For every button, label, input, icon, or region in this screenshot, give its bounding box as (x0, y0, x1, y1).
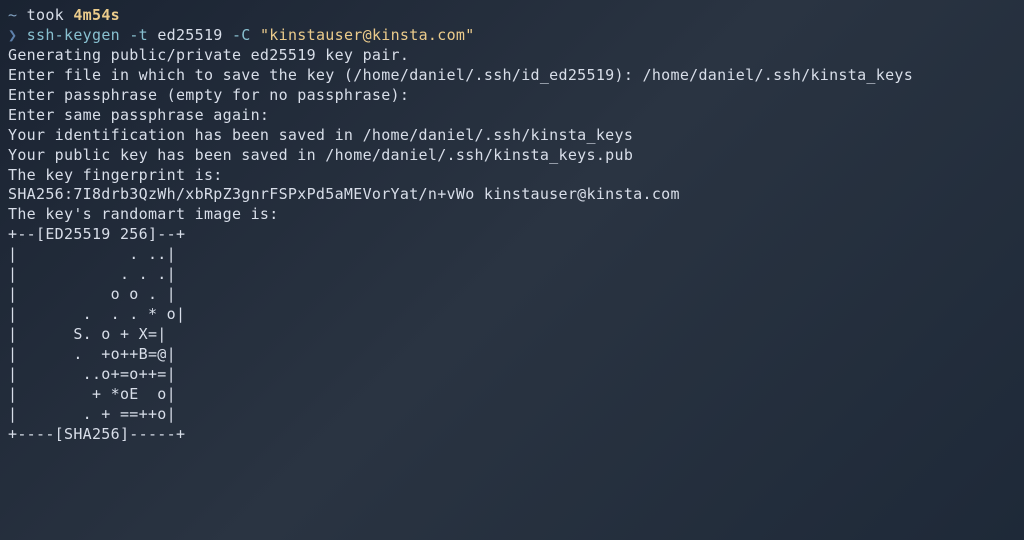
command-flag-t: -t (120, 26, 157, 44)
prompt-arrow-icon: ❯ (8, 26, 27, 44)
command-line: ❯ ssh-keygen -t ed25519 -C "kinstauser@k… (8, 26, 1016, 46)
output-generating: Generating public/private ed25519 key pa… (8, 46, 1016, 66)
output-fingerprint-label: The key fingerprint is: (8, 166, 1016, 186)
randomart-line-11: +----[SHA256]-----+ (8, 425, 1016, 445)
output-randomart-label: The key's randomart image is: (8, 205, 1016, 225)
randomart-line-4: | o o . | (8, 285, 1016, 305)
prompt-status-line: ~ took 4m54s (8, 6, 1016, 26)
output-identification-saved: Your identification has been saved in /h… (8, 126, 1016, 146)
output-pubkey-saved: Your public key has been saved in /home/… (8, 146, 1016, 166)
duration-value: 4m54s (73, 6, 120, 24)
command-arg-type: ed25519 (157, 26, 222, 44)
command-name: ssh-keygen (27, 26, 120, 44)
output-passphrase-again: Enter same passphrase again: (8, 106, 1016, 126)
prompt-tilde: ~ (8, 6, 17, 24)
randomart-line-10: | . + ==++o| (8, 405, 1016, 425)
command-flag-c: -C (223, 26, 260, 44)
randomart-line-5: | . . . * o| (8, 305, 1016, 325)
command-comment-string: "kinstauser@kinsta.com" (260, 26, 475, 44)
output-enter-file: Enter file in which to save the key (/ho… (8, 66, 1016, 86)
output-enter-passphrase: Enter passphrase (empty for no passphras… (8, 86, 1016, 106)
randomart-line-6: | S. o + X=| (8, 325, 1016, 345)
randomart-line-2: | . ..| (8, 245, 1016, 265)
randomart-line-7: | . +o++B=@| (8, 345, 1016, 365)
terminal-output[interactable]: ~ took 4m54s ❯ ssh-keygen -t ed25519 -C … (8, 6, 1016, 445)
output-fingerprint-value: SHA256:7I8drb3QzWh/xbRpZ3gnrFSPxPd5aMEVo… (8, 185, 1016, 205)
randomart-line-1: +--[ED25519 256]--+ (8, 225, 1016, 245)
randomart-line-3: | . . .| (8, 265, 1016, 285)
randomart-line-9: | + *oE o| (8, 385, 1016, 405)
took-label: took (17, 6, 73, 24)
randomart-line-8: | ..o+=o++=| (8, 365, 1016, 385)
